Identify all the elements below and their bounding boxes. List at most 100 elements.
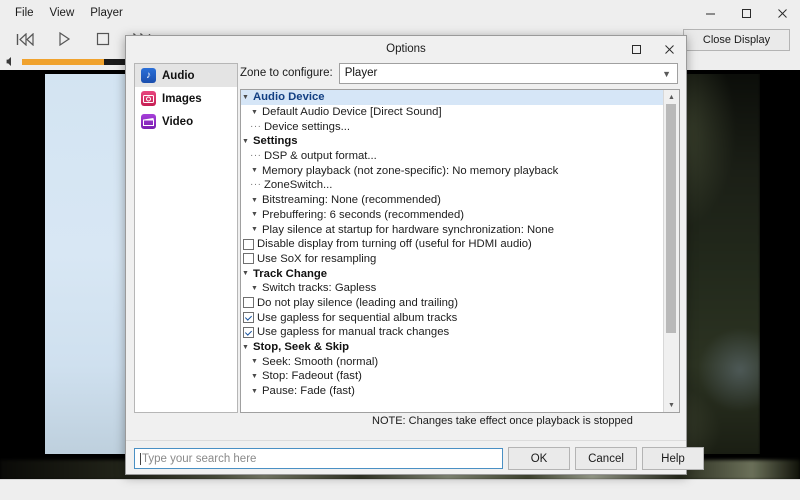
checkbox[interactable] [243,238,254,250]
disclosure-triangle-icon[interactable]: ▼ [250,226,259,233]
options-item-row[interactable]: ▼ Switch tracks: Gapless [241,281,664,296]
options-item-label: Device settings... [264,120,351,133]
options-item-row[interactable]: ··· Device settings... [241,119,664,134]
play-icon[interactable] [53,29,75,49]
text-cursor [140,452,141,465]
dialog-sidebar: ♪ Audio Images Video [134,63,238,413]
menu-view[interactable]: View [43,4,82,22]
previous-track-icon[interactable] [14,29,36,49]
ellipsis-icon[interactable]: ··· [250,121,261,131]
menu-bar: File View Player [8,4,130,22]
options-item-row[interactable]: ▼ Default Audio Device [Direct Sound] [241,105,664,120]
sidebar-item-video[interactable]: Video [135,110,237,133]
disclosure-triangle-icon[interactable]: ▼ [250,285,259,292]
options-checkbox-row[interactable]: Use SoX for resampling [241,252,664,267]
window-controls [692,0,800,26]
checkbox[interactable] [243,297,254,309]
disclosure-triangle-icon[interactable]: ▼ [250,109,259,116]
disclosure-triangle-icon[interactable]: ▼ [250,373,259,380]
options-checkbox-label: Use gapless for sequential album tracks [257,311,458,324]
options-item-label: Bitstreaming: None (recommended) [262,194,441,207]
menu-player[interactable]: Player [83,4,130,22]
options-item-label: Default Audio Device [Direct Sound] [262,106,442,119]
music-note-icon: ♪ [141,68,156,83]
options-item-label: ZoneSwitch... [264,179,333,192]
disclosure-triangle-icon[interactable]: ▼ [250,388,259,395]
scroll-down-arrow[interactable]: ▼ [664,398,679,412]
stop-icon[interactable] [92,29,114,49]
scroll-up-arrow[interactable]: ▲ [664,90,679,104]
scrollbar-track[interactable] [664,104,679,398]
options-group-label: Track Change [253,267,328,280]
search-input[interactable]: Type your search here [134,448,503,469]
disclosure-triangle-icon[interactable]: ▼ [241,270,250,277]
ellipsis-icon[interactable]: ··· [250,180,261,190]
options-scrollbar[interactable]: ▲ ▼ [663,90,679,412]
menu-file[interactable]: File [8,4,41,22]
options-item-row[interactable]: ▼ Prebuffering: 6 seconds (recommended) [241,208,664,223]
zone-select[interactable]: Player ▼ [338,62,678,84]
options-checkbox-row[interactable]: Do not play silence (leading and trailin… [241,296,664,311]
speaker-icon[interactable] [6,56,17,70]
scrollbar-thumb[interactable] [666,104,676,334]
options-group-label: Settings [253,135,298,148]
cancel-button[interactable]: Cancel [575,447,637,470]
ok-button[interactable]: OK [508,447,570,470]
options-item-label: Prebuffering: 6 seconds (recommended) [262,208,464,221]
options-item-row[interactable]: ▼ Memory playback (not zone-specific): No… [241,163,664,178]
dialog-window-controls [620,36,686,63]
options-item-row[interactable]: ··· DSP & output format... [241,149,664,164]
checkbox[interactable] [243,312,254,324]
zone-row: Zone to configure: Player ▼ [240,62,678,84]
disclosure-triangle-icon[interactable]: ▼ [241,344,250,351]
maximize-button[interactable] [728,0,764,26]
sidebar-item-audio[interactable]: ♪ Audio [135,64,237,87]
options-item-label: Seek: Smooth (normal) [262,355,379,368]
options-checkbox-row[interactable]: Disable display from turning off (useful… [241,237,664,252]
options-item-row[interactable]: ▼ Seek: Smooth (normal) [241,354,664,369]
options-dialog: Options ♪ Audio Images Video Zone to con… [125,35,704,475]
options-checkbox-row[interactable]: Use gapless for manual track changes [241,325,664,340]
close-button[interactable] [764,0,800,26]
disclosure-triangle-icon[interactable]: ▼ [250,358,259,365]
dialog-close-button[interactable] [653,36,686,63]
sidebar-item-video-label: Video [162,115,194,128]
dialog-body: ♪ Audio Images Video Zone to configure: … [126,62,686,441]
options-item-row[interactable]: ▼ Pause: Fade (fast) [241,384,664,399]
seek-progress-fill [22,59,105,65]
disclosure-triangle-icon[interactable]: ▼ [241,94,250,101]
minimize-button[interactable] [692,0,728,26]
options-item-row[interactable]: ▼ Bitstreaming: None (recommended) [241,193,664,208]
options-list-rows: ▼ Audio Device ▼ Default Audio Device [Dire… [241,90,664,412]
options-item-label: Memory playback (not zone-specific): No … [262,164,559,177]
options-item-row[interactable]: ▼ Stop: Fadeout (fast) [241,369,664,384]
disclosure-triangle-icon[interactable]: ▼ [250,211,259,218]
options-item-row[interactable]: ▼ Play silence at startup for hardware sy… [241,222,664,237]
options-checkbox-label: Use gapless for manual track changes [257,326,450,339]
options-item-label: DSP & output format... [264,150,377,163]
video-letterbox-right [760,70,800,480]
checkbox[interactable] [243,253,254,265]
sidebar-item-images[interactable]: Images [135,87,237,110]
options-group-row[interactable]: ▼ Audio Device [241,90,664,105]
options-group-row[interactable]: ▼ Stop, Seek & Skip [241,340,664,355]
options-group-row[interactable]: ▼ Track Change [241,266,664,281]
disclosure-triangle-icon[interactable]: ▼ [241,138,250,145]
dialog-maximize-button[interactable] [620,36,653,63]
ellipsis-icon[interactable]: ··· [250,151,261,161]
options-list[interactable]: ▼ Audio Device ▼ Default Audio Device [Dire… [240,89,680,413]
options-checkbox-row[interactable]: Use gapless for sequential album tracks [241,310,664,325]
checkbox[interactable] [243,326,254,338]
disclosure-triangle-icon[interactable]: ▼ [250,167,259,174]
media-player-window: File View Player Close Display Options ♪… [0,0,800,500]
dialog-title-bar: Options [126,36,686,63]
options-group-row[interactable]: ▼ Settings [241,134,664,149]
options-clipped-row[interactable] [241,398,664,406]
disclosure-triangle-icon[interactable]: ▼ [250,197,259,204]
camera-icon [141,91,156,106]
options-item-row[interactable]: ··· ZoneSwitch... [241,178,664,193]
status-bar [0,479,800,500]
close-display-button[interactable]: Close Display [683,29,790,51]
help-button[interactable]: Help [642,447,704,470]
chevron-down-icon: ▼ [662,68,671,79]
